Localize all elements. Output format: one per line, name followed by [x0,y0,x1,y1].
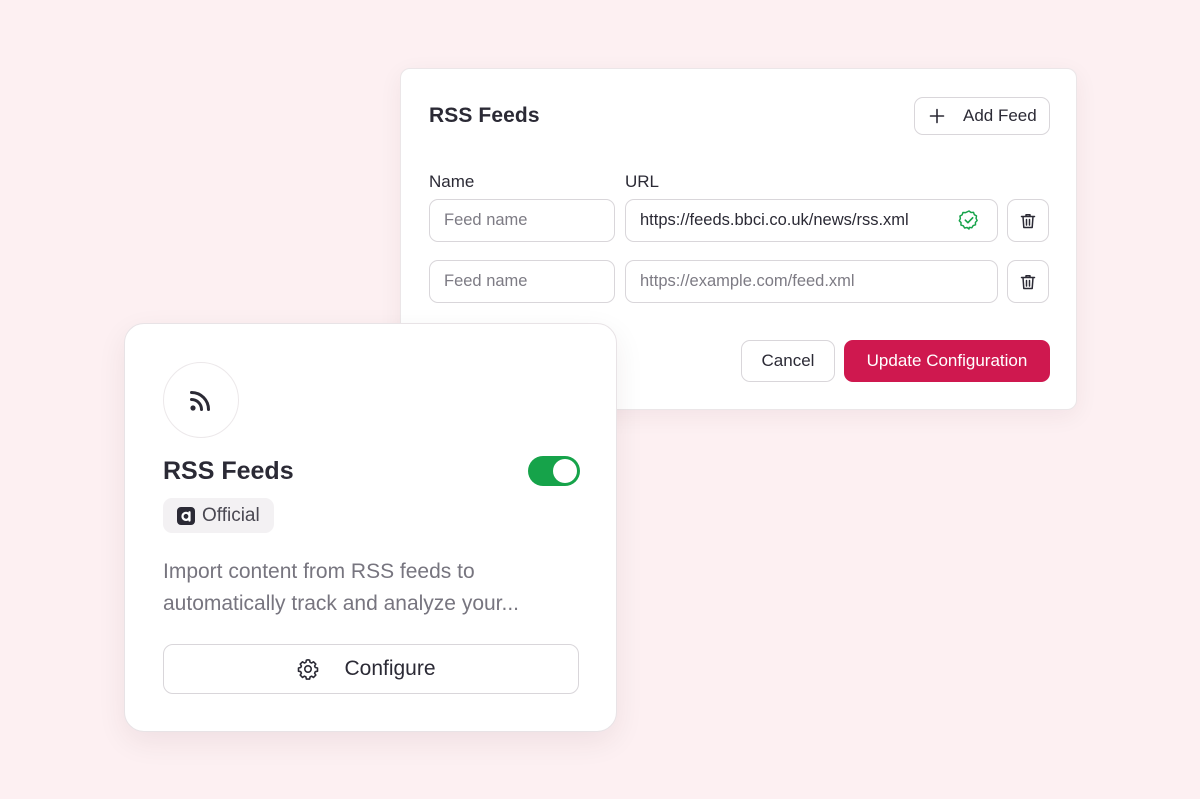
enable-toggle[interactable] [528,456,580,486]
update-configuration-button[interactable]: Update Configuration [844,340,1050,382]
integration-avatar [163,362,239,438]
rss-integration-card: RSS Feeds Official Import content from R… [124,323,617,732]
trash-icon [1020,213,1036,228]
gear-icon [298,659,319,680]
brand-logo-icon [177,506,195,525]
add-feed-label: Add Feed [963,106,1037,125]
stage: RSS Feeds Add Feed Name URL Feed name ht… [0,0,1200,799]
configure-button[interactable]: Configure [163,644,579,694]
rss-icon [190,391,210,411]
delete-feed-button[interactable] [1007,260,1049,303]
plus-icon [929,108,945,124]
feed-url-input[interactable] [625,199,998,242]
badge-label: Official [202,504,260,526]
panel-title: RSS Feeds [429,104,540,127]
verified-check-icon [958,210,978,230]
trash-icon [1020,274,1036,289]
url-column-label: URL [625,172,660,191]
official-badge: Official [163,498,274,533]
configure-label: Configure [344,657,436,680]
feed-url-input[interactable] [625,260,998,303]
cancel-button[interactable]: Cancel [741,340,835,382]
card-title: RSS Feeds [163,457,294,485]
feed-name-input[interactable] [429,199,615,242]
add-feed-button[interactable]: Add Feed [914,97,1050,135]
toggle-knob [553,459,577,483]
card-description: Import content from RSS feeds to automat… [163,560,520,615]
name-column-label: Name [429,172,475,191]
feed-name-input[interactable] [429,260,615,303]
delete-feed-button[interactable] [1007,199,1049,242]
